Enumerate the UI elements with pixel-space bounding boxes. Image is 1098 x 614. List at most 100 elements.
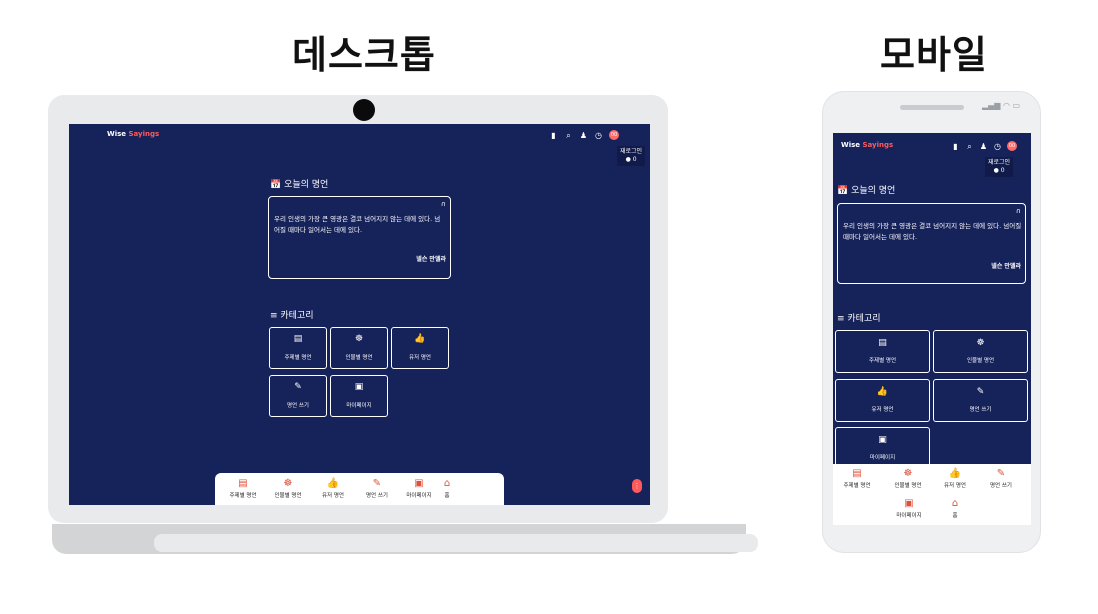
- quote-card[interactable]: ∩ 우리 인생의 가장 큰 영광은 결코 넘어지지 않는 데에 있다. 넘어질 …: [268, 196, 451, 279]
- showcase: 데스크톱 모바일 Wise Sayings ▮ ⌕ ♟ ◷ 00 재로그인 ● …: [0, 0, 1098, 614]
- nav-topic[interactable]: ▤ 주제별 명언: [223, 478, 263, 499]
- bottom-nav: ▤ 주제별 명언 ☸ 인물별 명언 👍 유저 명언 ✎ 명언 쓰기 ▣ 마이페이…: [215, 473, 504, 505]
- top-icons: ▮ ⌕ ♟ ◷ 00: [951, 141, 1017, 151]
- top-icons: ▮ ⌕ ♟ ◷ 00: [549, 130, 619, 140]
- user-icon[interactable]: ♟: [579, 131, 588, 140]
- nav-label: 마이페이지: [406, 493, 432, 499]
- login-panel[interactable]: 재로그인 ● 0: [985, 157, 1014, 177]
- nav-write[interactable]: ✎ 명언 쓰기: [981, 468, 1021, 489]
- category-tile-topic[interactable]: ▤ 주제별 명언: [835, 330, 930, 373]
- desktop-heading: 데스크톱: [292, 33, 436, 77]
- book-icon[interactable]: ▮: [549, 131, 558, 140]
- quote-author: 넬슨 만델라: [991, 263, 1021, 270]
- nav-label: 홈: [444, 493, 450, 499]
- login-label: 재로그인: [620, 148, 643, 155]
- nav-mypage[interactable]: ▣ 마이페이지: [889, 498, 929, 519]
- home-icon: ⌂: [443, 478, 451, 489]
- people-icon: ☸: [354, 334, 364, 344]
- notification-badge[interactable]: 00: [1007, 141, 1017, 151]
- nav-home[interactable]: ⌂ 홈: [945, 498, 965, 519]
- nav-person[interactable]: ☸ 인물별 명언: [267, 478, 309, 499]
- laptop-camera: [353, 99, 375, 121]
- nav-label: 마이페이지: [896, 513, 922, 519]
- nav-label: 주제별 명언: [843, 483, 871, 489]
- desktop-screen: Wise Sayings ▮ ⌕ ♟ ◷ 00 재로그인 ● 0 📅 오늘의 명…: [69, 124, 650, 505]
- laptop-foot: [154, 534, 758, 552]
- thumbs-up-icon: 👍: [876, 387, 889, 397]
- quote-text: 우리 인생의 가장 큰 영광은 결코 넘어지지 않는 데에 있다. 넘어질 때마…: [843, 222, 1022, 241]
- more-button[interactable]: ⋮: [632, 479, 642, 493]
- category-tile-person[interactable]: ☸ 인물별 명언: [330, 327, 388, 369]
- category-label: 명언 쓰기: [969, 407, 992, 413]
- category-label: 명언 쓰기: [287, 403, 309, 409]
- quote-author: 넬슨 만델라: [416, 256, 446, 263]
- clock-icon[interactable]: ◷: [993, 142, 1002, 151]
- login-label: 재로그인: [988, 159, 1011, 166]
- user-icon[interactable]: ♟: [979, 142, 988, 151]
- image-icon: ▣: [904, 498, 914, 509]
- category-tile-write[interactable]: ✎ 명언 쓰기: [933, 379, 1028, 422]
- phone-status-icons: ▂▄▆ ◠ ▭: [982, 101, 1021, 110]
- thumbs-up-icon: 👍: [326, 478, 340, 489]
- brand-logo[interactable]: Wise Sayings: [107, 130, 159, 138]
- nav-label: 명언 쓰기: [990, 483, 1012, 489]
- image-icon: ▣: [414, 478, 424, 489]
- nav-label: 인물별 명언: [894, 483, 922, 489]
- nav-label: 명언 쓰기: [366, 493, 388, 499]
- image-icon: ▣: [354, 382, 364, 392]
- phone-speaker: [900, 105, 964, 110]
- category-tile-topic[interactable]: ▤ 주제별 명언: [269, 327, 327, 369]
- nav-user[interactable]: 👍 유저 명언: [313, 478, 353, 499]
- mobile-screen: Wise Sayings ▮ ⌕ ♟ ◷ 00 재로그인 ● 0 📅 오늘의 명…: [833, 133, 1031, 525]
- people-icon: ☸: [976, 338, 985, 348]
- category-tile-write[interactable]: ✎ 명언 쓰기: [269, 375, 327, 417]
- category-tile-user[interactable]: 👍 유저 명언: [835, 379, 930, 422]
- category-label: 마이페이지: [869, 455, 896, 461]
- pencil-icon: ✎: [294, 382, 302, 392]
- notification-badge[interactable]: 00: [609, 130, 619, 140]
- search-icon[interactable]: ⌕: [564, 131, 573, 140]
- document-icon: ▤: [878, 338, 887, 348]
- quote-section-title: 📅 오늘의 명언: [270, 180, 329, 190]
- quote-card[interactable]: ∩ 우리 인생의 가장 큰 영광은 결코 넘어지지 않는 데에 있다. 넘어질 …: [837, 203, 1026, 284]
- search-icon[interactable]: ⌕: [965, 142, 974, 151]
- book-icon[interactable]: ▮: [951, 142, 960, 151]
- clock-icon[interactable]: ◷: [594, 131, 603, 140]
- nav-write[interactable]: ✎ 명언 쓰기: [357, 478, 397, 499]
- nav-topic[interactable]: ▤ 주제별 명언: [837, 468, 877, 489]
- document-icon: ▤: [293, 334, 303, 344]
- people-icon: ☸: [903, 468, 913, 479]
- nav-label: 홈: [952, 513, 958, 519]
- quote-section-title: 📅 오늘의 명언: [837, 186, 896, 196]
- category-tile-person[interactable]: ☸ 인물별 명언: [933, 330, 1028, 373]
- category-tile-mypage[interactable]: ▣ 마이페이지: [330, 375, 388, 417]
- nav-user[interactable]: 👍 유저 명언: [935, 468, 975, 489]
- category-label: 유저 명언: [871, 407, 894, 413]
- document-icon: ▤: [852, 468, 862, 479]
- mobile-heading: 모바일: [880, 33, 988, 77]
- category-section-title: ≡ 카테고리: [837, 314, 881, 324]
- headphone-icon[interactable]: ∩: [1016, 207, 1021, 215]
- nav-label: 주제별 명언: [229, 493, 257, 499]
- nav-mypage[interactable]: ▣ 마이페이지: [399, 478, 439, 499]
- people-icon: ☸: [283, 478, 293, 489]
- brand-logo[interactable]: Wise Sayings: [841, 141, 893, 149]
- category-tile-user[interactable]: 👍 유저 명언: [391, 327, 449, 369]
- pencil-icon: ✎: [996, 468, 1006, 479]
- image-icon: ▣: [878, 435, 887, 445]
- nav-label: 유저 명언: [944, 483, 966, 489]
- login-points: ● 0: [625, 156, 637, 163]
- headphone-icon[interactable]: ∩: [441, 200, 446, 208]
- nav-person[interactable]: ☸ 인물별 명언: [887, 468, 929, 489]
- thumbs-up-icon: 👍: [414, 334, 426, 344]
- quote-text: 우리 인생의 가장 큰 영광은 결코 넘어지지 않는 데에 있다. 넘어질 때마…: [274, 215, 441, 234]
- pencil-icon: ✎: [372, 478, 382, 489]
- category-label: 주제별 명언: [868, 358, 897, 364]
- login-panel[interactable]: 재로그인 ● 0: [617, 146, 646, 166]
- category-label: 유저 명언: [409, 355, 431, 361]
- category-label: 주제별 명언: [284, 355, 312, 361]
- nav-label: 인물별 명언: [274, 493, 302, 499]
- login-points: ● 0: [993, 167, 1005, 174]
- nav-home[interactable]: ⌂ 홈: [437, 478, 457, 499]
- category-label: 인물별 명언: [345, 355, 373, 361]
